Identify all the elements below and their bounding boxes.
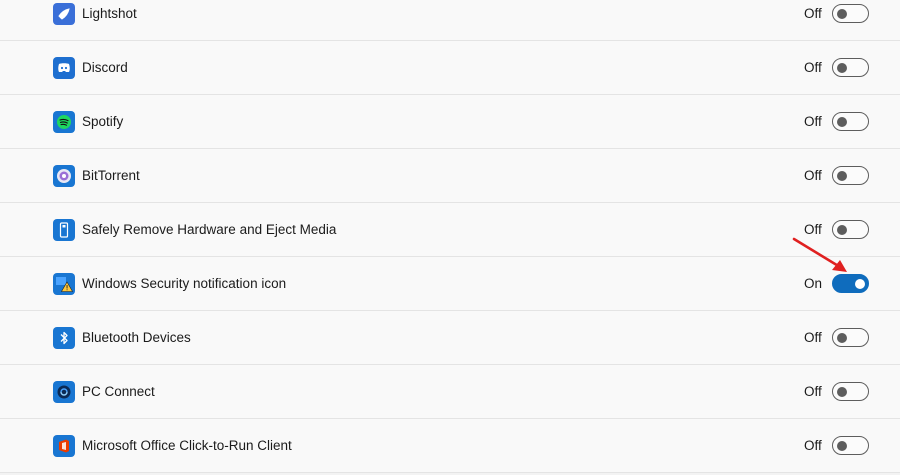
list-item: Windows Security notification icon On <box>0 257 900 311</box>
app-label: Safely Remove Hardware and Eject Media <box>82 222 337 237</box>
toggle-knob <box>837 225 847 235</box>
windows-security-icon <box>53 273 75 295</box>
lightshot-toggle[interactable] <box>832 4 869 23</box>
toggle-knob <box>837 441 847 451</box>
list-item: PC Connect Off <box>0 365 900 419</box>
app-label: Lightshot <box>82 6 137 21</box>
spotify-icon <box>53 111 75 133</box>
windows-security-toggle[interactable] <box>832 274 869 293</box>
list-item: Spotify Off <box>0 95 900 149</box>
office-click-to-run-toggle[interactable] <box>832 436 869 455</box>
toggle-knob <box>837 171 847 181</box>
list-item: Safely Remove Hardware and Eject Media O… <box>0 203 900 257</box>
toggle-state-label: Off <box>804 384 822 399</box>
app-label: Microsoft Office Click-to-Run Client <box>82 438 292 453</box>
spotify-toggle[interactable] <box>832 112 869 131</box>
lightshot-icon <box>53 3 75 25</box>
toggle-state-label: Off <box>804 6 822 21</box>
annotation-arrow-icon <box>792 237 847 272</box>
taskbar-icons-list: Lightshot Off Discord Off Spotify Off Bi… <box>0 0 900 473</box>
list-item: BitTorrent Off <box>0 149 900 203</box>
app-label: Windows Security notification icon <box>82 276 287 291</box>
discord-icon <box>53 57 75 79</box>
toggle-state-label: Off <box>804 222 822 237</box>
toggle-knob <box>837 63 847 73</box>
bluetooth-icon <box>53 327 75 349</box>
toggle-state-label: Off <box>804 438 822 453</box>
list-item: Lightshot Off <box>0 0 900 41</box>
app-label: BitTorrent <box>82 168 140 183</box>
app-label: PC Connect <box>82 384 155 399</box>
toggle-knob <box>837 333 847 343</box>
toggle-knob <box>837 9 847 19</box>
toggle-state-label: On <box>804 276 823 291</box>
discord-toggle[interactable] <box>832 58 869 77</box>
toggle-state-label: Off <box>804 168 822 183</box>
toggle-knob <box>837 117 847 127</box>
bluetooth-toggle[interactable] <box>832 328 869 347</box>
app-label: Discord <box>82 60 128 75</box>
office-icon <box>53 435 75 457</box>
toggle-knob <box>837 387 847 397</box>
toggle-state-label: Off <box>804 60 822 75</box>
list-item: Bluetooth Devices Off <box>0 311 900 365</box>
list-item: Microsoft Office Click-to-Run Client Off <box>0 419 900 473</box>
pc-connect-toggle[interactable] <box>832 382 869 401</box>
app-label: Bluetooth Devices <box>82 330 191 345</box>
toggle-state-label: Off <box>804 330 822 345</box>
list-item: Discord Off <box>0 41 900 95</box>
bittorrent-toggle[interactable] <box>832 166 869 185</box>
pc-connect-icon <box>53 381 75 403</box>
usb-drive-icon <box>53 219 75 241</box>
toggle-knob <box>855 279 865 289</box>
app-label: Spotify <box>82 114 124 129</box>
bittorrent-icon <box>53 165 75 187</box>
toggle-state-label: Off <box>804 114 822 129</box>
